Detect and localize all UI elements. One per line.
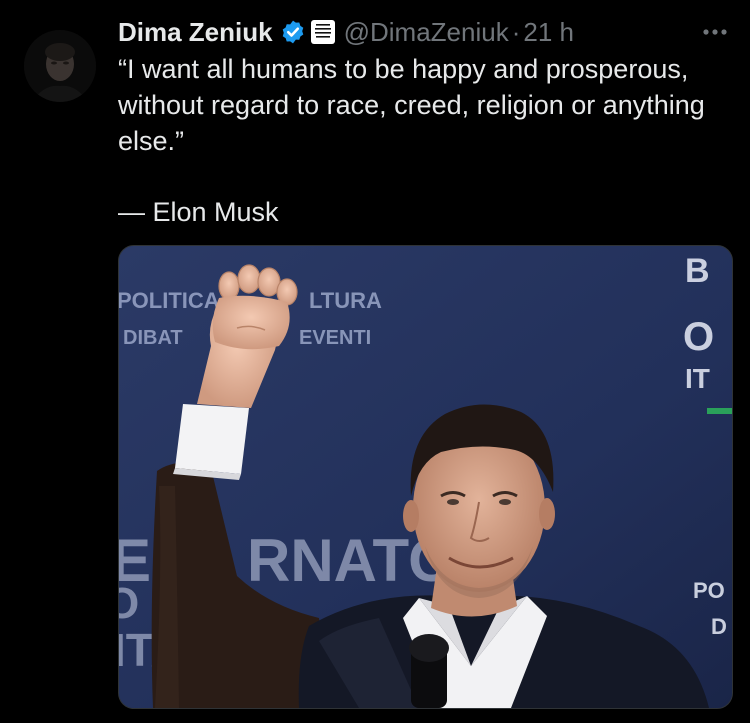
quote-attribution: — Elon Musk xyxy=(118,197,279,227)
backdrop-text: LTURA xyxy=(309,288,382,313)
author-display-name[interactable]: Dima Zeniuk xyxy=(118,17,273,48)
backdrop-text: PO xyxy=(693,578,725,603)
tweet-header: Dima Zeniuk @DimaZeniuk · 21 h xyxy=(118,14,574,50)
tweet-body: “I want all humans to be happy and prosp… xyxy=(118,51,738,159)
header-separator: · xyxy=(511,16,521,47)
quote-text: “I want all humans to be happy and prosp… xyxy=(118,54,705,156)
org-affiliation-badge-icon[interactable] xyxy=(310,20,335,44)
backdrop-green-stripe xyxy=(707,408,732,414)
post-timestamp[interactable]: 21 h xyxy=(523,17,574,48)
backdrop-text: POLITICA xyxy=(119,288,220,313)
backdrop-text: D xyxy=(711,614,727,639)
more-options-icon[interactable] xyxy=(700,22,730,42)
post-media-photo[interactable]: POLITICA LTURA DIBAT EVENTI E RNATO O IT… xyxy=(118,245,733,709)
verified-badge-icon[interactable] xyxy=(280,19,306,45)
backdrop-text: IT xyxy=(685,363,710,394)
author-handle[interactable]: @DimaZeniuk xyxy=(344,17,509,48)
backdrop-text: B xyxy=(685,252,710,290)
avatar-image xyxy=(24,30,96,102)
author-avatar[interactable] xyxy=(24,30,96,102)
photo-elon-musk-raised-fist: POLITICA LTURA DIBAT EVENTI E RNATO O IT… xyxy=(119,246,732,708)
tweet[interactable]: Dima Zeniuk @DimaZeniuk · 21 h “I want a… xyxy=(0,0,750,723)
backdrop-text: O xyxy=(683,315,714,359)
tesla-owners-badge-icon xyxy=(312,22,333,42)
backdrop-text: DIBAT xyxy=(123,327,183,349)
backdrop-text: EVENTI xyxy=(299,327,371,349)
backdrop-text: O xyxy=(119,579,139,628)
